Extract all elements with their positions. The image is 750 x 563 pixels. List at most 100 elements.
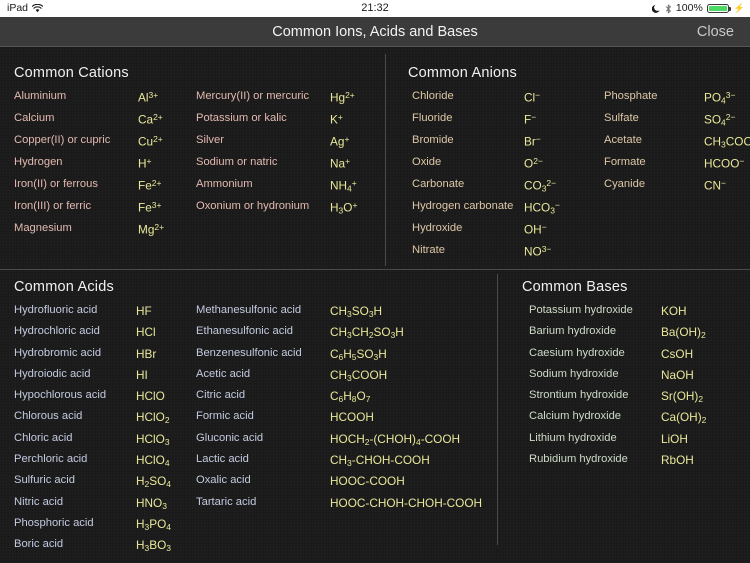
anion-name[interactable]: Oxide (412, 156, 441, 168)
anion-formula[interactable]: PO43− (704, 90, 735, 105)
anion-name[interactable]: Fluoride (412, 112, 452, 124)
acid-name[interactable]: Perchloric acid (14, 453, 87, 465)
base-formula[interactable]: KOH (661, 304, 687, 318)
acid-name[interactable]: Hydrochloric acid (14, 325, 100, 337)
cation-name[interactable]: Oxonium or hydronium (196, 200, 309, 212)
cation-formula[interactable]: Na+ (330, 156, 350, 171)
base-formula[interactable]: Sr(OH)2 (661, 389, 703, 404)
acid-formula[interactable]: HOOC-CHOH-CHOH-COOH (330, 496, 482, 510)
base-formula[interactable]: RbOH (661, 453, 694, 467)
anion-formula[interactable]: HCO3− (524, 200, 560, 215)
acid-formula[interactable]: C6H8O7 (330, 389, 370, 404)
acid-name[interactable]: Methanesulfonic acid (196, 304, 301, 316)
cation-formula[interactable]: Fe2+ (138, 178, 161, 193)
acid-name[interactable]: Chlorous acid (14, 410, 82, 422)
acid-name[interactable]: Acetic acid (196, 368, 250, 380)
acid-formula[interactable]: HClO (136, 389, 165, 403)
cation-formula[interactable]: K+ (330, 112, 343, 127)
anion-name[interactable]: Hydrogen carbonate (412, 200, 513, 212)
anion-name[interactable]: Sulfate (604, 112, 639, 124)
cation-name[interactable]: Sodium or natric (196, 156, 277, 168)
base-formula[interactable]: Ca(OH)2 (661, 410, 706, 425)
acid-name[interactable]: Hydrofluoric acid (14, 304, 97, 316)
anion-formula[interactable]: NO3− (524, 244, 551, 259)
base-formula[interactable]: LiOH (661, 432, 688, 446)
anion-name[interactable]: Acetate (604, 134, 642, 146)
acid-formula[interactable]: HCl (136, 325, 156, 339)
base-formula[interactable]: Ba(OH)2 (661, 325, 706, 340)
anion-formula[interactable]: Cl− (524, 90, 540, 105)
cation-formula[interactable]: Al3+ (138, 90, 158, 105)
acid-formula[interactable]: HOOC-COOH (330, 474, 405, 488)
cation-name[interactable]: Iron(II) or ferrous (14, 178, 98, 190)
cation-name[interactable]: Copper(II) or cupric (14, 134, 110, 146)
cation-name[interactable]: Magnesium (14, 222, 72, 234)
cation-name[interactable]: Hydrogen (14, 156, 63, 168)
anion-name[interactable]: Cyanide (604, 178, 645, 190)
base-name[interactable]: Potassium hydroxide (529, 304, 633, 316)
acid-name[interactable]: Nitric acid (14, 496, 63, 508)
acid-formula[interactable]: HOCH2-(CHOH)4-COOH (330, 432, 460, 447)
anion-formula[interactable]: CN− (704, 178, 726, 193)
base-name[interactable]: Sodium hydroxide (529, 368, 619, 380)
cation-name[interactable]: Potassium or kalic (196, 112, 287, 124)
base-name[interactable]: Strontium hydroxide (529, 389, 629, 401)
anion-name[interactable]: Phosphate (604, 90, 658, 102)
anion-name[interactable]: Chloride (412, 90, 454, 102)
anion-name[interactable]: Carbonate (412, 178, 464, 190)
anion-name[interactable]: Hydroxide (412, 222, 462, 234)
cation-formula[interactable]: Cu2+ (138, 134, 163, 149)
acid-formula[interactable]: HClO2 (136, 410, 170, 425)
acid-name[interactable]: Boric acid (14, 538, 63, 550)
cation-formula[interactable]: Fe3+ (138, 200, 161, 215)
acid-formula[interactable]: CH3SO3H (330, 304, 382, 319)
anion-formula[interactable]: CH3COO− (704, 134, 750, 150)
acid-formula[interactable]: CH3COOH (330, 368, 387, 383)
close-button[interactable]: Close (697, 17, 734, 47)
anion-formula[interactable]: SO42− (704, 112, 735, 127)
acid-name[interactable]: Hydroiodic acid (14, 368, 90, 380)
cation-formula[interactable]: Ag+ (330, 134, 349, 149)
cation-name[interactable]: Silver (196, 134, 224, 146)
anion-formula[interactable]: Br− (524, 134, 541, 149)
cation-name[interactable]: Calcium (14, 112, 54, 124)
cation-formula[interactable]: NH4+ (330, 178, 357, 193)
anion-name[interactable]: Nitrate (412, 244, 445, 256)
acid-name[interactable]: Chloric acid (14, 432, 72, 444)
acid-name[interactable]: Lactic acid (196, 453, 249, 465)
cation-name[interactable]: Iron(III) or ferric (14, 200, 91, 212)
acid-formula[interactable]: CH3-CHOH-COOH (330, 453, 430, 468)
cation-formula[interactable]: H+ (138, 156, 152, 171)
acid-name[interactable]: Tartaric acid (196, 496, 256, 508)
acid-name[interactable]: Benzenesulfonic acid (196, 347, 302, 359)
cation-name[interactable]: Mercury(II) or mercuric (196, 90, 309, 102)
acid-name[interactable]: Formic acid (196, 410, 254, 422)
acid-name[interactable]: Hypochlorous acid (14, 389, 106, 401)
base-formula[interactable]: NaOH (661, 368, 694, 382)
base-name[interactable]: Caesium hydroxide (529, 347, 625, 359)
acid-formula[interactable]: H3BO3 (136, 538, 171, 553)
acid-name[interactable]: Oxalic acid (196, 474, 251, 486)
anion-formula[interactable]: OH− (524, 222, 547, 237)
acid-formula[interactable]: H2SO4 (136, 474, 171, 489)
base-name[interactable]: Barium hydroxide (529, 325, 616, 337)
anion-formula[interactable]: O2− (524, 156, 543, 171)
acid-formula[interactable]: HClO3 (136, 432, 170, 447)
acid-formula[interactable]: HBr (136, 347, 156, 361)
base-name[interactable]: Rubidium hydroxide (529, 453, 628, 465)
cation-name[interactable]: Aluminium (14, 90, 66, 102)
anion-name[interactable]: Bromide (412, 134, 454, 146)
acid-formula[interactable]: HI (136, 368, 148, 382)
acid-formula[interactable]: HCOOH (330, 410, 374, 424)
cation-formula[interactable]: Hg2+ (330, 90, 355, 105)
acid-name[interactable]: Hydrobromic acid (14, 347, 101, 359)
cation-name[interactable]: Ammonium (196, 178, 253, 190)
acid-name[interactable]: Sulfuric acid (14, 474, 75, 486)
acid-name[interactable]: Ethanesulfonic acid (196, 325, 293, 337)
anion-name[interactable]: Formate (604, 156, 646, 168)
acid-formula[interactable]: CH3CH2SO3H (330, 325, 404, 340)
base-name[interactable]: Calcium hydroxide (529, 410, 621, 422)
anion-formula[interactable]: HCOO− (704, 156, 744, 171)
cation-formula[interactable]: Mg2+ (138, 222, 164, 237)
acid-formula[interactable]: C6H5SO3H (330, 347, 387, 362)
